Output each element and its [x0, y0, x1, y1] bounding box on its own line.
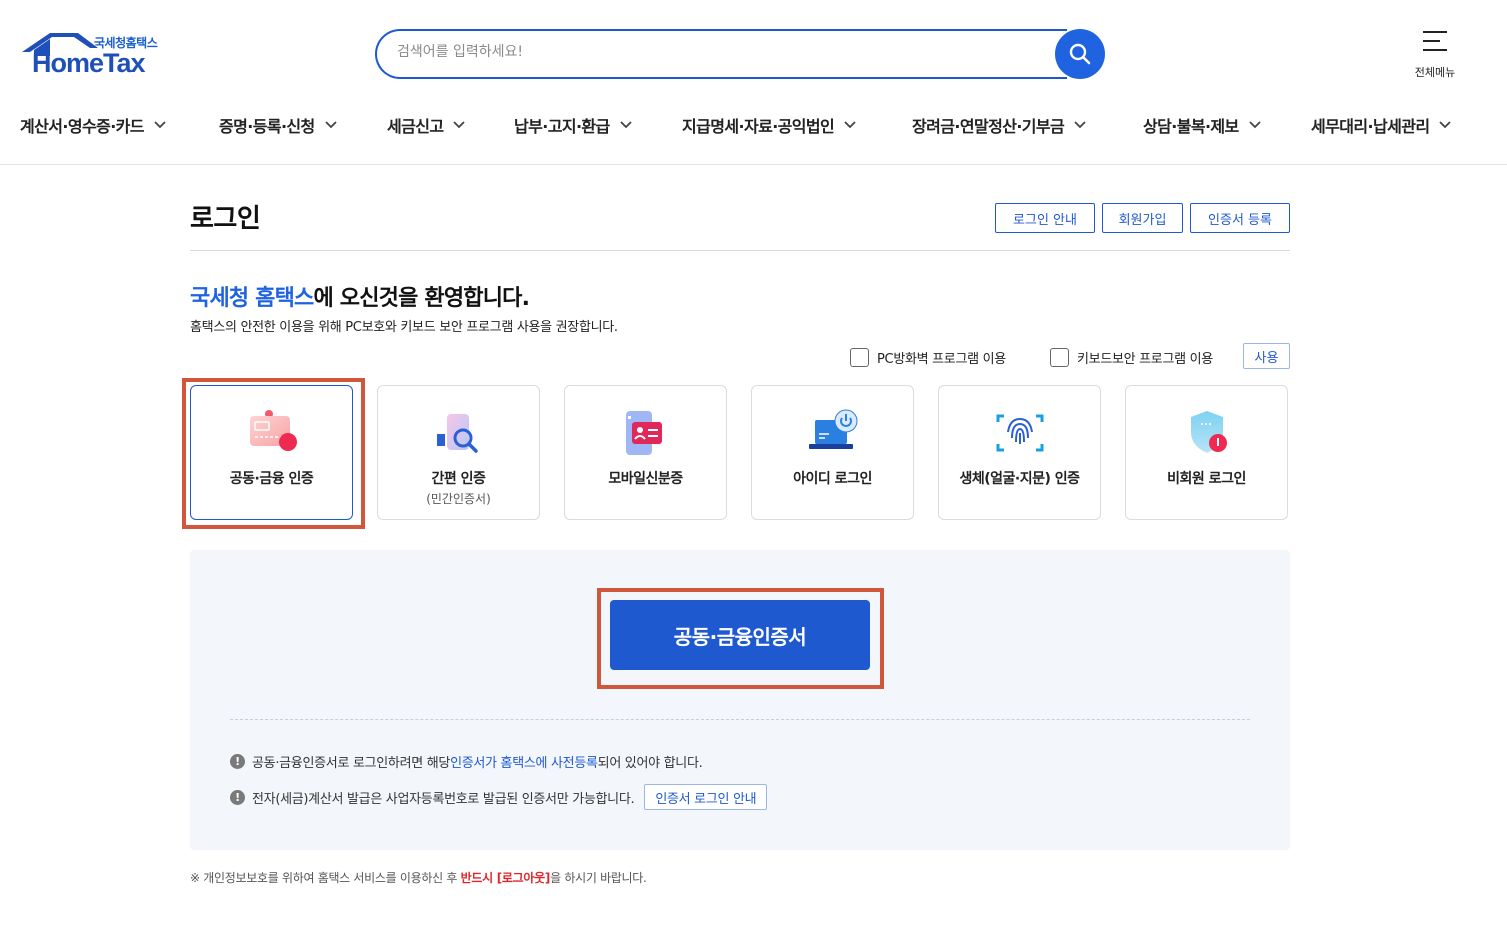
- card-sublabel: (민간인증서): [426, 492, 491, 506]
- nav-item-tax-return[interactable]: 세금신고: [387, 110, 466, 140]
- card-label: 공동·금융 인증: [229, 471, 314, 487]
- checkbox-label: 키보드보안 프로그램 이용: [1077, 351, 1213, 367]
- search-bar: [375, 29, 1105, 79]
- nav-item-label: 증명·등록·신청: [219, 117, 315, 136]
- search-box: [375, 29, 1067, 79]
- logout-warning: 반드시 [로그아웃]: [460, 871, 551, 885]
- certificate-login-panel: 공동·금융인증서 ! 공동·금융인증서로 로그인하려면 해당 인증서가 홈택스에…: [190, 550, 1290, 850]
- nav-item-label: 지급명세·자료·공익법인: [682, 117, 835, 136]
- privacy-text: 을 하시기 바랍니다.: [550, 871, 647, 885]
- card-label: 아이디 로그인: [793, 471, 872, 487]
- login-method-guest[interactable]: 비회원 로그인: [1125, 385, 1288, 520]
- page-title: 로그인: [190, 204, 261, 234]
- certificate-card-icon: [249, 410, 297, 451]
- pc-firewall-checkbox[interactable]: PC방화벽 프로그램 이용: [850, 343, 1006, 371]
- shield-icon: [1190, 411, 1227, 453]
- nav-item-invoice[interactable]: 계산서·영수증·카드: [20, 110, 166, 140]
- login-method-simple-auth[interactable]: 간편 인증 (민간인증서): [377, 385, 540, 520]
- login-guide-button[interactable]: 로그인 안내: [995, 203, 1095, 233]
- login-method-mobile-id[interactable]: 모바일신분증: [564, 385, 727, 520]
- joint-certificate-login-button[interactable]: 공동·금융인증서: [610, 600, 870, 670]
- notice-text: 되어 있어야 합니다.: [597, 755, 703, 771]
- exclamation-icon: !: [230, 789, 245, 805]
- nav-item-payment[interactable]: 납부·고지·환급: [514, 110, 632, 140]
- nav-item-statements[interactable]: 지급명세·자료·공익법인: [682, 110, 856, 140]
- chevron-down-icon: [620, 121, 632, 129]
- fingerprint-icon: [996, 414, 1043, 452]
- nav-item-tax-agent[interactable]: 세무대리·납세관리: [1311, 110, 1452, 140]
- nav-item-consult[interactable]: 상담·불복·제보: [1143, 110, 1261, 140]
- chevron-down-icon: [325, 121, 337, 129]
- notice-text: 공동·금융인증서로 로그인하려면 해당: [252, 755, 451, 771]
- welcome-highlight: 국세청 홈택스: [190, 286, 314, 311]
- all-menu-label: 전체메뉴: [1414, 66, 1456, 79]
- chevron-down-icon: [1439, 121, 1452, 129]
- welcome-subtext: 홈택스의 안전한 이용을 위해 PC보호와 키보드 보안 프로그램 사용을 권장…: [190, 320, 618, 335]
- checkbox-label: PC방화벽 프로그램 이용: [877, 351, 1006, 367]
- card-label: 모바일신분증: [608, 471, 683, 487]
- card-label: 생체(얼굴·지문) 인증: [959, 471, 1080, 487]
- notice-line-1: ! 공동·금융인증서로 로그인하려면 해당 인증서가 홈택스에 사전등록 되어 있…: [230, 749, 703, 773]
- main-navigation: 계산서·영수증·카드 증명·등록·신청 세금신고 납부·고지·환급 지급명세·자…: [0, 110, 1507, 140]
- certificate-login-guide-button[interactable]: 인증서 로그인 안내: [644, 784, 768, 810]
- card-label: 비회원 로그인: [1167, 471, 1246, 487]
- dashed-divider: [230, 719, 1250, 720]
- hometax-logo[interactable]: 국세청홈택스 HomeTax: [20, 30, 180, 80]
- chevron-down-icon: [154, 121, 166, 129]
- chevron-down-icon: [1074, 121, 1086, 129]
- all-menu-button[interactable]: 전체메뉴: [1405, 30, 1465, 80]
- use-button[interactable]: 사용: [1243, 343, 1290, 369]
- site-header: 국세청홈택스 HomeTax 전체메뉴 계산서·영수증·카드 증명·등록·신청: [0, 0, 1507, 165]
- welcome-heading: 국세청 홈택스에 오신것을 환영합니다.: [190, 280, 530, 312]
- register-certificate-button[interactable]: 인증서 등록: [1190, 203, 1290, 233]
- chevron-down-icon: [453, 121, 466, 129]
- nav-item-label: 세무대리·납세관리: [1311, 117, 1430, 136]
- search-input[interactable]: [397, 44, 1037, 60]
- nav-item-label: 계산서·영수증·카드: [20, 117, 145, 136]
- simple-auth-search-icon: [436, 414, 478, 453]
- nav-item-certificate[interactable]: 증명·등록·신청: [219, 110, 337, 140]
- nav-item-label: 세금신고: [387, 117, 444, 136]
- welcome-text: 에 오신것을 환영합니다.: [313, 286, 530, 311]
- card-label: 간편 인증: [431, 471, 486, 487]
- notice-text: 전자(세금)계산서 발급은 사업자등록번호로 발급된 인증서만 가능합니다.: [252, 791, 635, 807]
- title-divider: [190, 250, 1290, 251]
- logo-text: HomeTax: [32, 48, 146, 78]
- laptop-power-icon: [808, 409, 857, 449]
- privacy-text: ※ 개인정보보호를 위하여 홈택스 서비스를 이용하신 후: [190, 871, 461, 885]
- checkbox-square[interactable]: [850, 347, 869, 367]
- notice-line-2: ! 전자(세금)계산서 발급은 사업자등록번호로 발급된 인증서만 가능합니다.…: [230, 784, 768, 810]
- chevron-down-icon: [1249, 121, 1261, 129]
- nav-item-label: 납부·고지·환급: [514, 117, 610, 136]
- hamburger-menu-icon: [1423, 31, 1447, 51]
- login-method-list: 공동·금융 인증 간편 인증 (민간인증서) 모바일신분증 아이디 로그인 생체…: [190, 385, 1290, 520]
- nav-item-incentive[interactable]: 장려금·연말정산·기부금: [912, 110, 1086, 140]
- privacy-notice: ※ 개인정보보호를 위하여 홈택스 서비스를 이용하신 후 반드시 [로그아웃]…: [190, 869, 647, 886]
- login-method-biometric[interactable]: 생체(얼굴·지문) 인증: [938, 385, 1101, 520]
- mobile-id-icon: [625, 411, 662, 455]
- search-icon: [1069, 43, 1091, 65]
- preregistration-link[interactable]: 인증서가 홈택스에 사전등록: [450, 752, 598, 771]
- login-method-id-login[interactable]: 아이디 로그인: [751, 385, 914, 520]
- chevron-down-icon: [844, 121, 856, 129]
- nav-item-label: 장려금·연말정산·기부금: [912, 117, 1065, 136]
- nav-item-label: 상담·불복·제보: [1143, 117, 1239, 136]
- checkbox-square[interactable]: [1050, 347, 1069, 367]
- login-method-joint-certificate[interactable]: 공동·금융 인증: [190, 385, 353, 520]
- signup-button[interactable]: 회원가입: [1102, 203, 1183, 233]
- search-button[interactable]: [1055, 29, 1105, 79]
- exclamation-icon: !: [230, 753, 245, 769]
- keyboard-security-checkbox[interactable]: 키보드보안 프로그램 이용: [1050, 343, 1213, 371]
